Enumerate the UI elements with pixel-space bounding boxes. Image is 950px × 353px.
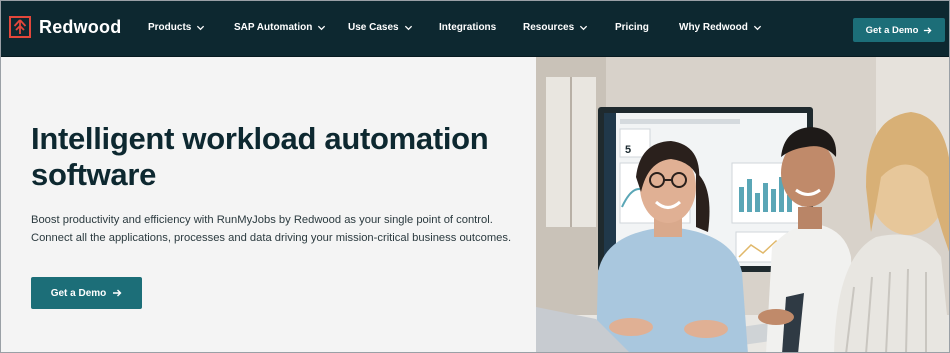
hero-headline: Intelligent workload automation software	[31, 121, 489, 192]
nav-item-integrations[interactable]: Integrations	[439, 22, 496, 33]
nav-item-label: Resources	[523, 22, 575, 33]
nav-item-products[interactable]: Products	[148, 22, 205, 33]
nav-item-label: Products	[148, 22, 192, 33]
chevron-down-icon	[197, 25, 205, 31]
chevron-down-icon	[753, 25, 761, 31]
top-navigation: Redwood Products SAP Automation Use Case…	[1, 1, 949, 57]
page-frame: Redwood Products SAP Automation Use Case…	[0, 0, 950, 353]
nav-item-use-cases[interactable]: Use Cases	[348, 22, 413, 33]
hero-photo: 5	[536, 57, 949, 352]
hero-cta-label: Get a Demo	[50, 287, 107, 299]
nav-item-pricing[interactable]: Pricing	[615, 22, 649, 33]
redwood-logo[interactable]: Redwood	[9, 16, 121, 38]
nav-item-label: Pricing	[615, 22, 649, 33]
nav-item-resources[interactable]: Resources	[523, 22, 588, 33]
hero-subtext: Boost productivity and efficiency with R…	[31, 214, 512, 244]
nav-item-label: Why Redwood	[679, 22, 748, 33]
dashboard-metric-value: 5	[625, 144, 631, 156]
nav-item-label: SAP Automation	[234, 22, 313, 33]
nav-get-a-demo-button[interactable]: Get a Demo	[853, 18, 945, 42]
nav-cta-label: Get a Demo	[865, 24, 919, 36]
arrow-right-icon	[924, 26, 932, 34]
nav-item-label: Integrations	[439, 22, 497, 33]
nav-item-sap-automation[interactable]: SAP Automation	[234, 22, 326, 33]
chevron-down-icon	[580, 25, 588, 31]
chevron-down-icon	[404, 25, 412, 31]
chevron-down-icon	[318, 25, 326, 31]
redwood-logo-icon	[9, 16, 31, 38]
office-team-illustration: 5	[536, 57, 949, 352]
nav-item-label: Use Cases	[348, 22, 399, 33]
arrow-right-icon	[113, 289, 122, 297]
hero-get-a-demo-button[interactable]: Get a Demo	[31, 277, 142, 309]
brand-name: Redwood	[39, 16, 122, 37]
nav-item-why-redwood[interactable]: Why Redwood	[679, 22, 762, 33]
